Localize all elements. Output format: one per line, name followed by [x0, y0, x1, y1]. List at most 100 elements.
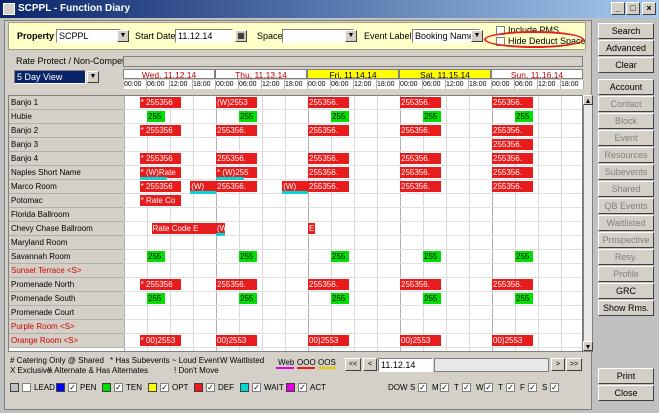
view-select[interactable]: 5 Day View — [14, 70, 86, 84]
booking-block[interactable]: 255 — [515, 293, 534, 304]
grid-row[interactable] — [124, 236, 582, 250]
room-name[interactable]: Banjo 2 — [9, 124, 124, 138]
status-checkbox-lead[interactable] — [22, 383, 31, 392]
status-checkbox-def[interactable]: ✓ — [206, 383, 215, 392]
property-field[interactable]: SCPPL — [56, 29, 121, 43]
nav-scroll-track[interactable] — [434, 358, 549, 372]
grid-row[interactable] — [124, 208, 582, 222]
booking-block[interactable]: 00)2553 — [400, 335, 442, 346]
booking-block[interactable]: 255356. — [492, 97, 534, 108]
event-label-dropdown-icon[interactable]: ▼ — [471, 30, 483, 42]
booking-block[interactable]: 255356. — [492, 181, 534, 192]
room-name[interactable]: Potomac — [9, 194, 124, 208]
booking-block[interactable]: 255356. — [492, 139, 534, 150]
booking-block[interactable]: 255356. — [216, 125, 258, 136]
booking-block[interactable]: 255356. — [492, 167, 534, 178]
booking-block[interactable]: 255356. — [308, 167, 350, 178]
booking-block[interactable]: 255356. — [308, 153, 350, 164]
room-name[interactable]: Promenade Court — [9, 306, 124, 320]
start-date-field[interactable]: 11.12.14 — [175, 29, 233, 43]
booking-block[interactable]: 255 — [423, 293, 442, 304]
room-name[interactable]: Purple Room <S> — [9, 320, 124, 334]
booking-block[interactable]: 255356. — [400, 181, 442, 192]
booking-block[interactable]: * Rate Co — [139, 195, 182, 206]
button-account[interactable]: Account — [598, 79, 654, 95]
space-dropdown-icon[interactable]: ▼ — [345, 30, 357, 42]
booking-block[interactable]: 255356. — [400, 97, 442, 108]
booking-block[interactable]: 255 — [331, 251, 350, 262]
booking-block[interactable]: 00)2553 — [308, 335, 350, 346]
status-checkbox-ten[interactable]: ✓ — [114, 383, 123, 392]
room-name[interactable]: Promenade South — [9, 292, 124, 306]
nav-first-button[interactable]: << — [345, 358, 361, 371]
room-name[interactable]: Naples Short Name — [9, 166, 124, 180]
booking-block[interactable]: 255 — [239, 293, 258, 304]
booking-block[interactable]: 255356. — [400, 167, 442, 178]
scroll-down-icon[interactable]: ▼ — [583, 341, 593, 351]
property-dropdown-icon[interactable]: ▼ — [117, 30, 129, 42]
grid-row[interactable] — [124, 264, 582, 278]
room-name[interactable]: Maryland Room — [9, 236, 124, 250]
status-checkbox-wait[interactable]: ✓ — [252, 383, 261, 392]
status-checkbox-act[interactable]: ✓ — [298, 383, 307, 392]
dow-checkbox[interactable]: ✓ — [462, 383, 471, 392]
dow-checkbox[interactable]: ✓ — [484, 383, 493, 392]
maximize-button[interactable]: □ — [626, 2, 640, 15]
booking-block[interactable]: 00)2553 — [492, 335, 534, 346]
room-name[interactable]: Sunset Terrace <S> — [9, 264, 124, 278]
room-name[interactable]: Banjo 4 — [9, 152, 124, 166]
booking-block[interactable]: 255 — [239, 111, 258, 122]
scroll-up-icon[interactable]: ▲ — [583, 95, 593, 105]
booking-block[interactable]: 255356. — [216, 279, 258, 290]
room-name[interactable]: Orange Room <S> — [9, 334, 124, 348]
booking-block[interactable]: 255 — [515, 251, 534, 262]
booking-block[interactable]: 255356. — [216, 181, 258, 192]
nav-next-button[interactable]: > — [551, 358, 565, 371]
booking-block[interactable]: 255 — [239, 251, 258, 262]
room-name[interactable]: Chevy Chase Ballroom — [9, 222, 124, 236]
dow-checkbox[interactable]: ✓ — [528, 383, 537, 392]
booking-block[interactable]: * 255356 — [139, 97, 182, 108]
diary-grid[interactable]: Banjo 1 Hubie Banjo 2 Banjo 3 Banjo 4 Naples … — [8, 95, 583, 352]
booking-block[interactable]: 255356. — [492, 153, 534, 164]
room-name[interactable]: Marco Room — [9, 180, 124, 194]
booking-block[interactable]: 255356. — [308, 97, 350, 108]
booking-block[interactable]: * 255356 — [139, 125, 182, 136]
booking-block[interactable]: (W)2553 — [216, 97, 258, 108]
booking-block[interactable]: 255356. — [400, 153, 442, 164]
room-name[interactable]: Florida Ballroom — [9, 208, 124, 222]
booking-block[interactable]: 255356. — [216, 153, 258, 164]
grid-row[interactable] — [124, 194, 582, 208]
booking-block[interactable]: 255 — [147, 293, 166, 304]
booking-block[interactable]: 255356. — [308, 125, 350, 136]
button-show-rms[interactable]: Show Rms. — [598, 300, 654, 316]
booking-block[interactable]: 00)2553 — [216, 335, 258, 346]
nav-prev-button[interactable]: < — [363, 358, 377, 371]
status-checkbox-opt[interactable]: ✓ — [160, 383, 169, 392]
grid-row[interactable] — [124, 320, 582, 334]
button-advanced[interactable]: Advanced — [598, 40, 654, 56]
calendar-icon[interactable]: ▦ — [235, 30, 247, 42]
space-field[interactable] — [282, 29, 354, 43]
button-clear[interactable]: Clear — [598, 57, 654, 73]
booking-block[interactable]: 255 — [423, 111, 442, 122]
booking-block[interactable]: 255356. — [492, 279, 534, 290]
status-checkbox-pen[interactable]: ✓ — [68, 383, 77, 392]
room-name[interactable]: Promenade North — [9, 278, 124, 292]
view-dropdown-icon[interactable]: ▼ — [87, 71, 99, 83]
booking-block[interactable]: * 255356 — [139, 181, 182, 192]
grid-row[interactable] — [124, 306, 582, 320]
booking-block[interactable]: 255 — [147, 111, 166, 122]
booking-block[interactable]: 255356. — [308, 279, 350, 290]
booking-block[interactable]: E — [308, 223, 316, 234]
booking-block[interactable]: Rate Code E — [151, 223, 216, 234]
minimize-button[interactable]: _ — [611, 2, 625, 15]
button-grc[interactable]: GRC — [598, 283, 654, 299]
close-button[interactable]: Close — [598, 385, 654, 401]
room-name[interactable]: Savannah Room — [9, 250, 124, 264]
booking-block[interactable]: 255 — [423, 251, 442, 262]
booking-block[interactable]: 255356. — [308, 181, 350, 192]
booking-block[interactable]: 255 — [515, 111, 534, 122]
nav-last-button[interactable]: >> — [566, 358, 582, 371]
button-search[interactable]: Search — [598, 23, 654, 39]
